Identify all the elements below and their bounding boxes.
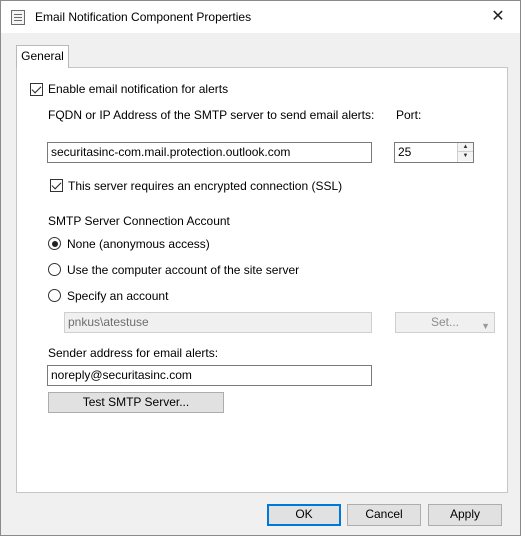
radio-computer-account[interactable] — [48, 263, 61, 276]
close-button[interactable]: ✕ — [475, 1, 521, 33]
title-bar: Email Notification Component Properties … — [1, 1, 520, 33]
spin-down-icon[interactable]: ▼ — [458, 152, 473, 161]
ssl-checkbox[interactable] — [50, 179, 63, 192]
radio-computer-account-label: Use the computer account of the site ser… — [67, 263, 300, 277]
sender-address-input[interactable]: noreply@securitasinc.com — [47, 365, 372, 386]
smtp-server-label: FQDN or IP Address of the SMTP server to… — [48, 108, 375, 122]
spin-up-icon[interactable]: ▲ — [458, 143, 473, 152]
radio-none-anonymous[interactable] — [48, 237, 61, 250]
properties-dialog: Email Notification Component Properties … — [0, 0, 521, 536]
apply-button[interactable]: Apply — [428, 504, 502, 526]
ssl-label: This server requires an encrypted connec… — [68, 179, 343, 193]
enable-alerts-label: Enable email notification for alerts — [48, 82, 229, 96]
account-input: pnkus\atestuse — [64, 312, 372, 333]
properties-document-icon — [11, 10, 25, 25]
account-section-label: SMTP Server Connection Account — [48, 214, 230, 228]
tab-general[interactable]: General — [16, 45, 69, 68]
ok-button[interactable]: OK — [267, 504, 341, 526]
chevron-down-icon: ▼ — [481, 321, 490, 331]
port-label: Port: — [396, 108, 422, 122]
window-title: Email Notification Component Properties — [35, 10, 252, 24]
port-field[interactable]: 25 ▲ ▼ — [394, 142, 474, 163]
port-value: 25 — [398, 145, 412, 159]
smtp-server-input[interactable]: securitasinc-com.mail.protection.outlook… — [47, 142, 372, 163]
enable-alerts-checkbox[interactable] — [30, 83, 43, 96]
set-account-button: Set... ▼ — [395, 312, 495, 333]
radio-none-anonymous-label: None (anonymous access) — [67, 237, 210, 251]
general-tab-panel: Enable email notification for alerts FQD… — [16, 67, 508, 493]
radio-specify-account[interactable] — [48, 289, 61, 302]
radio-specify-account-label: Specify an account — [67, 289, 169, 303]
set-account-button-label: Set... — [430, 315, 459, 329]
cancel-button[interactable]: Cancel — [347, 504, 421, 526]
sender-address-label: Sender address for email alerts: — [48, 346, 219, 360]
test-smtp-server-button[interactable]: Test SMTP Server... — [48, 392, 224, 413]
port-spinner[interactable]: ▲ ▼ — [457, 143, 473, 162]
